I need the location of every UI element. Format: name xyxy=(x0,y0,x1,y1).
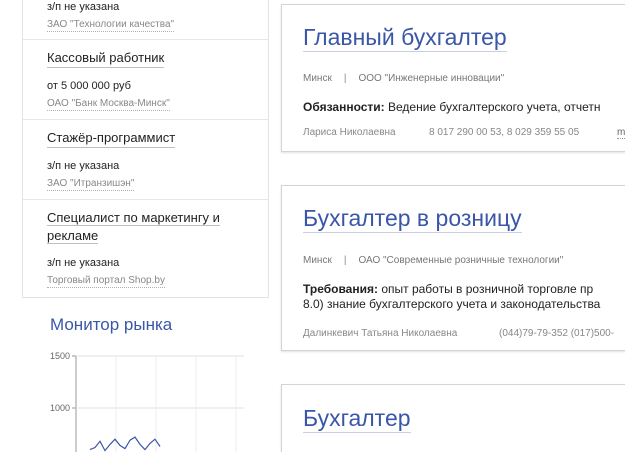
chart-tick-label: 1000 xyxy=(50,403,70,413)
vacancy-description-text: опыт работы в розничной торговле пр xyxy=(377,282,594,296)
chart-tick-label: 1500 xyxy=(50,351,70,361)
chart-series-line xyxy=(89,436,161,452)
vacancy-contact-name: Далинкевич Татьяна Николаевна xyxy=(303,328,458,339)
vacancy-description: Требования: опыт работы в розничной торг… xyxy=(303,282,625,312)
sidebar-vacancy-list: з/п не указана ЗАО "Технологии качества"… xyxy=(22,0,269,298)
vacancy-description-text-line2: 8.0) знание бухгалтерского учета и закон… xyxy=(303,297,601,311)
vacancy-card: Бухгалтер в розницу Минск | ОАО "Современн… xyxy=(281,185,625,351)
vacancy-meta: Минск | ОАО "Современные розничные техноло… xyxy=(303,255,563,266)
vacancy-meta: Минск | ООО "Инженерные инновации" xyxy=(303,73,504,84)
vacancy-contact: Лариса Николаевна 8 017 290 00 53, 8 029… xyxy=(303,127,625,139)
vacancy-contact-phone: 8 017 290 00 53, 8 029 359 55 05 xyxy=(429,127,580,138)
vacancy-description-text: Ведение бухгалтерского учета, отчетн xyxy=(384,100,601,114)
vacancy-company: ОАО "Современные розничные технологии" xyxy=(358,255,564,266)
sidebar-vacancy-company-link[interactable]: ЗАО "Технологии качества" xyxy=(47,18,175,32)
sidebar-vacancy-salary: з/п не указана xyxy=(47,257,120,269)
vacancy-city: Минск xyxy=(303,73,332,84)
vacancy-more-link[interactable]: m xyxy=(617,127,625,139)
vacancy-description-label: Требования: xyxy=(303,282,378,296)
vacancy-card: Бухгалтер xyxy=(281,384,625,452)
meta-separator: | xyxy=(343,255,347,266)
market-monitor-chart: 1500 1000 xyxy=(50,351,244,452)
sidebar-vacancy-title-link[interactable]: Специалист по маркетингу и рекламе xyxy=(47,209,258,246)
sidebar-vacancy-item[interactable]: Кассовый работник от 5 000 000 руб ОАО "… xyxy=(23,39,268,119)
sidebar-vacancy-salary: з/п не указана xyxy=(47,1,120,13)
sidebar-vacancy-company-link[interactable]: ОАО "Банк Москва-Минск" xyxy=(47,97,170,111)
sidebar-vacancy-salary: з/п не указана xyxy=(47,160,120,172)
sidebar-vacancy-title-link[interactable]: Стажёр-программист xyxy=(47,129,176,148)
sidebar-vacancy-company-link[interactable]: ЗАО "Итранзишэн" xyxy=(47,177,135,191)
sidebar-vacancy-company-link[interactable]: Торговый портал Shop.by xyxy=(47,274,165,288)
vacancy-contact-name: Лариса Николаевна xyxy=(303,127,396,138)
vacancy-city: Минск xyxy=(303,255,332,266)
market-monitor-title: Монитор рынка xyxy=(50,315,173,334)
sidebar-vacancy-salary: от 5 000 000 руб xyxy=(47,80,131,92)
sidebar-vacancy-title-text: Специалист по маркетингу и рекламе xyxy=(47,210,220,244)
vacancy-contact-phone: (044)79-79-352 (017)500- xyxy=(499,328,615,339)
vacancy-description: Обязанности: Ведение бухгалтерского учет… xyxy=(303,100,625,115)
sidebar-vacancy-title-link[interactable]: Кассовый работник xyxy=(47,49,165,68)
vacancy-title-link[interactable]: Бухгалтер xyxy=(303,404,411,433)
vacancy-description-label: Обязанности: xyxy=(303,100,385,114)
sidebar-vacancy-item[interactable]: Специалист по маркетингу и рекламе з/п н… xyxy=(23,199,268,297)
vacancy-title-link[interactable]: Бухгалтер в розницу xyxy=(303,204,522,233)
sidebar-vacancy-item[interactable]: Стажёр-программист з/п не указана ЗАО "И… xyxy=(23,119,268,199)
vacancy-card: Главный бухгалтер Минск | ООО "Инженерные … xyxy=(281,4,625,152)
meta-separator: | xyxy=(343,73,347,84)
vacancy-title-link[interactable]: Главный бухгалтер xyxy=(303,23,507,52)
sidebar-vacancy-item[interactable]: з/п не указана ЗАО "Технологии качества" xyxy=(23,0,268,39)
vacancy-contact: Далинкевич Татьяна Николаевна (044)79-79… xyxy=(303,328,614,339)
vacancy-company: ООО "Инженерные инновации" xyxy=(358,73,505,84)
